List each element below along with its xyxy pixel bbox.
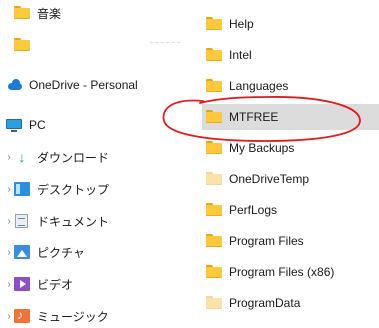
folder-icon <box>206 203 222 217</box>
file-name: MTFREE <box>229 110 279 124</box>
folder-icon <box>14 38 30 52</box>
file-row-intel[interactable]: Intel <box>202 44 379 66</box>
nav-item-downloads[interactable]: › ↓ ダウンロード <box>0 145 190 169</box>
file-row-program-files-x86[interactable]: Program Files (x86) <box>202 261 379 283</box>
file-row-mtfree[interactable]: MTFREE <box>202 104 379 130</box>
file-row-help[interactable]: Help <box>202 13 379 35</box>
nav-item-music[interactable]: › ミュージック <box>0 304 190 328</box>
folder-icon <box>206 17 222 31</box>
pictures-icon <box>14 245 30 259</box>
pc-icon <box>6 118 22 132</box>
onedrive-cloud-icon <box>6 78 22 92</box>
file-row-programdata[interactable]: ProgramData <box>202 292 379 314</box>
file-list-pane: Help Intel Languages MTFREE My Backups O… <box>190 0 379 324</box>
nav-item-pc[interactable]: PC <box>0 113 190 137</box>
file-name: Help <box>229 17 254 31</box>
divider <box>150 42 180 46</box>
nav-item-label: PC <box>29 118 46 132</box>
nav-item-label: OneDrive - Personal <box>29 78 138 92</box>
nav-item-label: ドキュメント <box>37 214 110 229</box>
file-row-languages[interactable]: Languages <box>202 75 379 97</box>
folder-icon <box>14 6 30 20</box>
download-icon: ↓ <box>18 149 26 165</box>
file-name: PerfLogs <box>229 203 278 217</box>
file-name: Program Files <box>229 234 304 248</box>
chevron-right-icon[interactable]: › <box>4 279 14 290</box>
chevron-right-icon[interactable]: › <box>4 184 14 195</box>
file-row-program-files[interactable]: Program Files <box>202 230 379 252</box>
nav-item-videos[interactable]: › ビデオ <box>0 272 190 296</box>
folder-icon <box>206 48 222 62</box>
chevron-right-icon[interactable]: › <box>4 311 14 322</box>
folder-icon <box>206 172 222 186</box>
document-icon <box>15 214 28 228</box>
file-name: Program Files (x86) <box>229 265 335 279</box>
folder-icon <box>206 296 222 310</box>
nav-item-music-folder[interactable]: 音楽 <box>0 1 190 25</box>
nav-item-onedrive[interactable]: OneDrive - Personal <box>0 73 190 97</box>
nav-item-pictures[interactable]: › ピクチャ <box>0 240 190 264</box>
file-name: Intel <box>229 48 252 62</box>
file-name: ProgramData <box>229 296 301 310</box>
file-name: OneDriveTemp <box>229 172 310 186</box>
folder-icon <box>206 265 222 279</box>
file-row-onedrivetemp[interactable]: OneDriveTemp <box>202 168 379 190</box>
video-icon <box>14 277 30 291</box>
nav-item-desktop[interactable]: › デスクトップ <box>0 177 190 201</box>
file-row-my-backups[interactable]: My Backups <box>202 137 379 159</box>
music-icon <box>14 308 30 323</box>
nav-item-label: ビデオ <box>37 277 74 292</box>
navigation-pane: 音楽 OneDrive - Personal PC › ↓ ダウンロード › デ… <box>0 0 190 324</box>
file-row-perflogs[interactable]: PerfLogs <box>202 199 379 221</box>
nav-item-label: ミュージック <box>37 309 109 324</box>
nav-item-label: ダウンロード <box>37 150 110 165</box>
desktop-icon <box>14 182 30 196</box>
nav-item-label: デスクトップ <box>37 182 110 197</box>
nav-item-label: 音楽 <box>37 6 62 21</box>
file-name: My Backups <box>229 141 295 155</box>
chevron-right-icon[interactable]: › <box>4 216 14 227</box>
chevron-right-icon[interactable]: › <box>4 247 14 258</box>
folder-icon <box>206 110 222 124</box>
folder-icon <box>206 234 222 248</box>
file-name: Languages <box>229 79 289 93</box>
folder-icon <box>206 79 222 93</box>
nav-item-documents[interactable]: › ドキュメント <box>0 209 190 233</box>
folder-icon <box>206 141 222 155</box>
nav-item-label: ピクチャ <box>37 245 85 260</box>
chevron-right-icon[interactable]: › <box>4 152 14 163</box>
